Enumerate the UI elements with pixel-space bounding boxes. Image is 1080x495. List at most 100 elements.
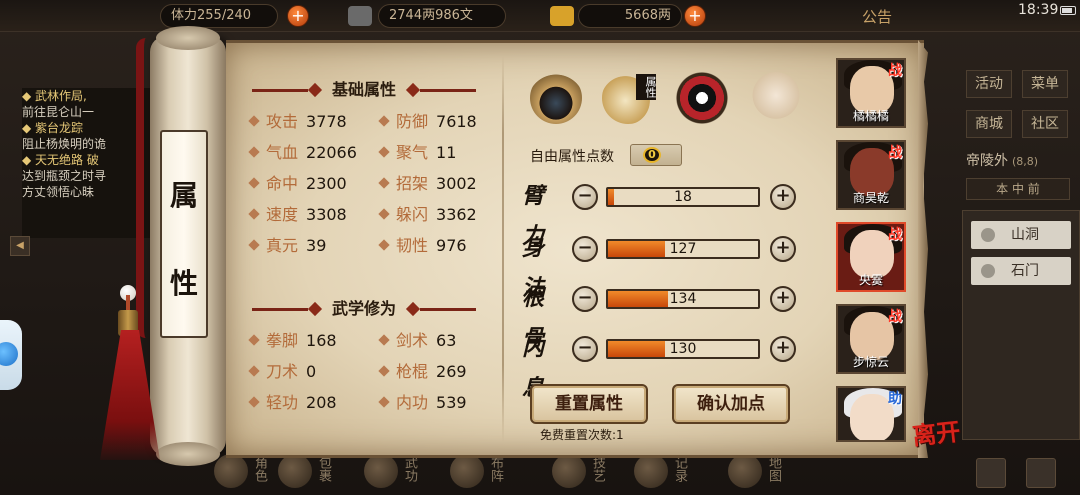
hero-role-tag: 战 xyxy=(888,63,902,79)
hero-card[interactable]: 战央霙 xyxy=(836,222,906,292)
stat-value: 3362 xyxy=(436,205,477,224)
attribute-book-icon[interactable]: 属性 xyxy=(602,72,657,124)
hero-card[interactable]: 战步惊云 xyxy=(836,304,906,374)
floating-assistant-icon[interactable] xyxy=(0,320,22,390)
hero-name: 步惊云 xyxy=(852,355,889,369)
location-tabs[interactable]: 本 中 前 xyxy=(966,178,1070,200)
bottom-menu-label: 包裹 xyxy=(316,456,331,482)
alloc-value: 18 xyxy=(674,189,692,205)
stat-bullet xyxy=(378,395,390,408)
gold-ingot-icon xyxy=(550,6,574,26)
stat-dodge: 躲闪 3362 xyxy=(378,202,477,228)
bottom-menu-label: 角色 xyxy=(252,456,267,482)
bottom-menu-label: 地图 xyxy=(766,456,781,482)
stat-bullet xyxy=(378,364,390,377)
meridian-figure-icon[interactable] xyxy=(750,72,802,124)
stat-label: 刀术 xyxy=(266,362,299,381)
add-stamina-button[interactable]: + xyxy=(287,5,309,27)
confirm-points-button[interactable]: 确认加点 xyxy=(672,384,790,424)
hero-name: 央霙 xyxy=(858,273,883,287)
title-diamond xyxy=(405,301,421,317)
activity-button[interactable]: 活动 xyxy=(966,70,1012,98)
alloc-bar[interactable]: 18 xyxy=(606,187,760,207)
hero-role-tag: 战 xyxy=(888,145,902,161)
stat-value: 7618 xyxy=(436,112,477,131)
bagua-icon[interactable] xyxy=(676,72,728,124)
hero-name: 橘橘橘 xyxy=(852,109,889,123)
stat-hit: 命中 2300 xyxy=(248,171,347,197)
decrease-button[interactable]: − xyxy=(572,236,598,262)
location-coords: (8,8) xyxy=(1012,155,1039,168)
leave-button[interactable]: 离开 xyxy=(910,412,962,452)
record-icon xyxy=(634,454,668,488)
increase-button[interactable]: + xyxy=(770,286,796,312)
hero-card[interactable]: 战橘橘橘 xyxy=(836,58,906,128)
skill-icon xyxy=(552,454,586,488)
decrease-button[interactable]: − xyxy=(572,184,598,210)
stat-bullet xyxy=(378,333,390,346)
alloc-bar[interactable]: 130 xyxy=(606,339,760,359)
stat-label: 防御 xyxy=(396,112,429,131)
hat-icon[interactable] xyxy=(530,72,582,124)
bottom-menu-label: 技艺 xyxy=(590,456,605,482)
left-tab-handle[interactable] xyxy=(0,145,24,185)
title-diamond xyxy=(307,301,323,317)
hero-role-tag: 战 xyxy=(888,227,902,243)
bottom-menu-label: 武功 xyxy=(402,456,417,482)
map-marker-icon xyxy=(981,228,995,242)
stat-value: 22066 xyxy=(306,143,357,162)
map-item[interactable]: 石门 xyxy=(971,257,1071,285)
martial-attrs-title: 武学修为 xyxy=(331,299,396,318)
stat-label: 剑术 xyxy=(396,331,429,350)
decrease-button[interactable]: − xyxy=(572,286,598,312)
alloc-row-strength: 臂力 − 18 + xyxy=(522,176,802,249)
map-item[interactable]: 山洞 xyxy=(971,221,1071,249)
alloc-value: 130 xyxy=(669,341,697,357)
add-gold-button[interactable]: + xyxy=(684,5,706,27)
bag-icon xyxy=(278,454,312,488)
stat-toughness: 韧性 976 xyxy=(378,233,467,259)
stat-bullet xyxy=(378,145,390,158)
title-deco xyxy=(420,89,476,92)
attribute-tab-badge: 属性 xyxy=(636,74,657,100)
location-label: 帝陵外 (8,8) xyxy=(966,150,1038,170)
stat-label: 躲闪 xyxy=(396,205,429,224)
stat-lightness: 轻功 208 xyxy=(248,390,337,416)
corner-button[interactable] xyxy=(976,458,1006,488)
top-resource-bar: 体力255/240 + 2744两986文 5668两 + 公告 18:39 xyxy=(0,0,1080,32)
increase-button[interactable]: + xyxy=(770,236,796,262)
notice-button[interactable]: 公告 xyxy=(862,6,892,27)
map-icon xyxy=(728,454,762,488)
free-reset-count: 免费重置次数:1 xyxy=(540,428,624,442)
alloc-bar[interactable]: 127 xyxy=(606,239,760,259)
hero-card[interactable]: 助 xyxy=(836,386,906,442)
collapse-arrow-icon[interactable]: ◀ xyxy=(10,236,30,256)
alloc-value: 134 xyxy=(669,291,697,307)
shop-button[interactable]: 商城 xyxy=(966,110,1012,138)
hero-card[interactable]: 战商昊乾 xyxy=(836,140,906,210)
corner-button[interactable] xyxy=(1026,458,1056,488)
stat-label: 聚气 xyxy=(396,143,429,162)
map-item-label: 石门 xyxy=(1011,263,1039,279)
stat-value: 63 xyxy=(436,331,457,350)
decrease-button[interactable]: − xyxy=(572,336,598,362)
alloc-bar[interactable]: 134 xyxy=(606,289,760,309)
increase-button[interactable]: + xyxy=(770,184,796,210)
alloc-row-breath: 内息 − 130 + xyxy=(522,328,802,401)
stat-value: 0 xyxy=(306,362,317,381)
title-deco xyxy=(252,308,308,311)
reset-attributes-button[interactable]: 重置属性 xyxy=(530,384,648,424)
stat-value: 39 xyxy=(306,236,327,255)
free-points-box: 0 xyxy=(630,144,682,166)
scroll-title-char: 性 xyxy=(169,267,198,300)
title-deco xyxy=(420,308,476,311)
stat-value: 3308 xyxy=(306,205,347,224)
community-button[interactable]: 社区 xyxy=(1022,110,1068,138)
menu-button[interactable]: 菜单 xyxy=(1022,70,1068,98)
title-deco xyxy=(252,89,308,92)
stat-label: 攻击 xyxy=(266,112,299,131)
increase-button[interactable]: + xyxy=(770,336,796,362)
stat-bullet xyxy=(248,176,260,189)
hero-role-tag: 战 xyxy=(888,309,902,325)
stat-speed: 速度 3308 xyxy=(248,202,347,228)
